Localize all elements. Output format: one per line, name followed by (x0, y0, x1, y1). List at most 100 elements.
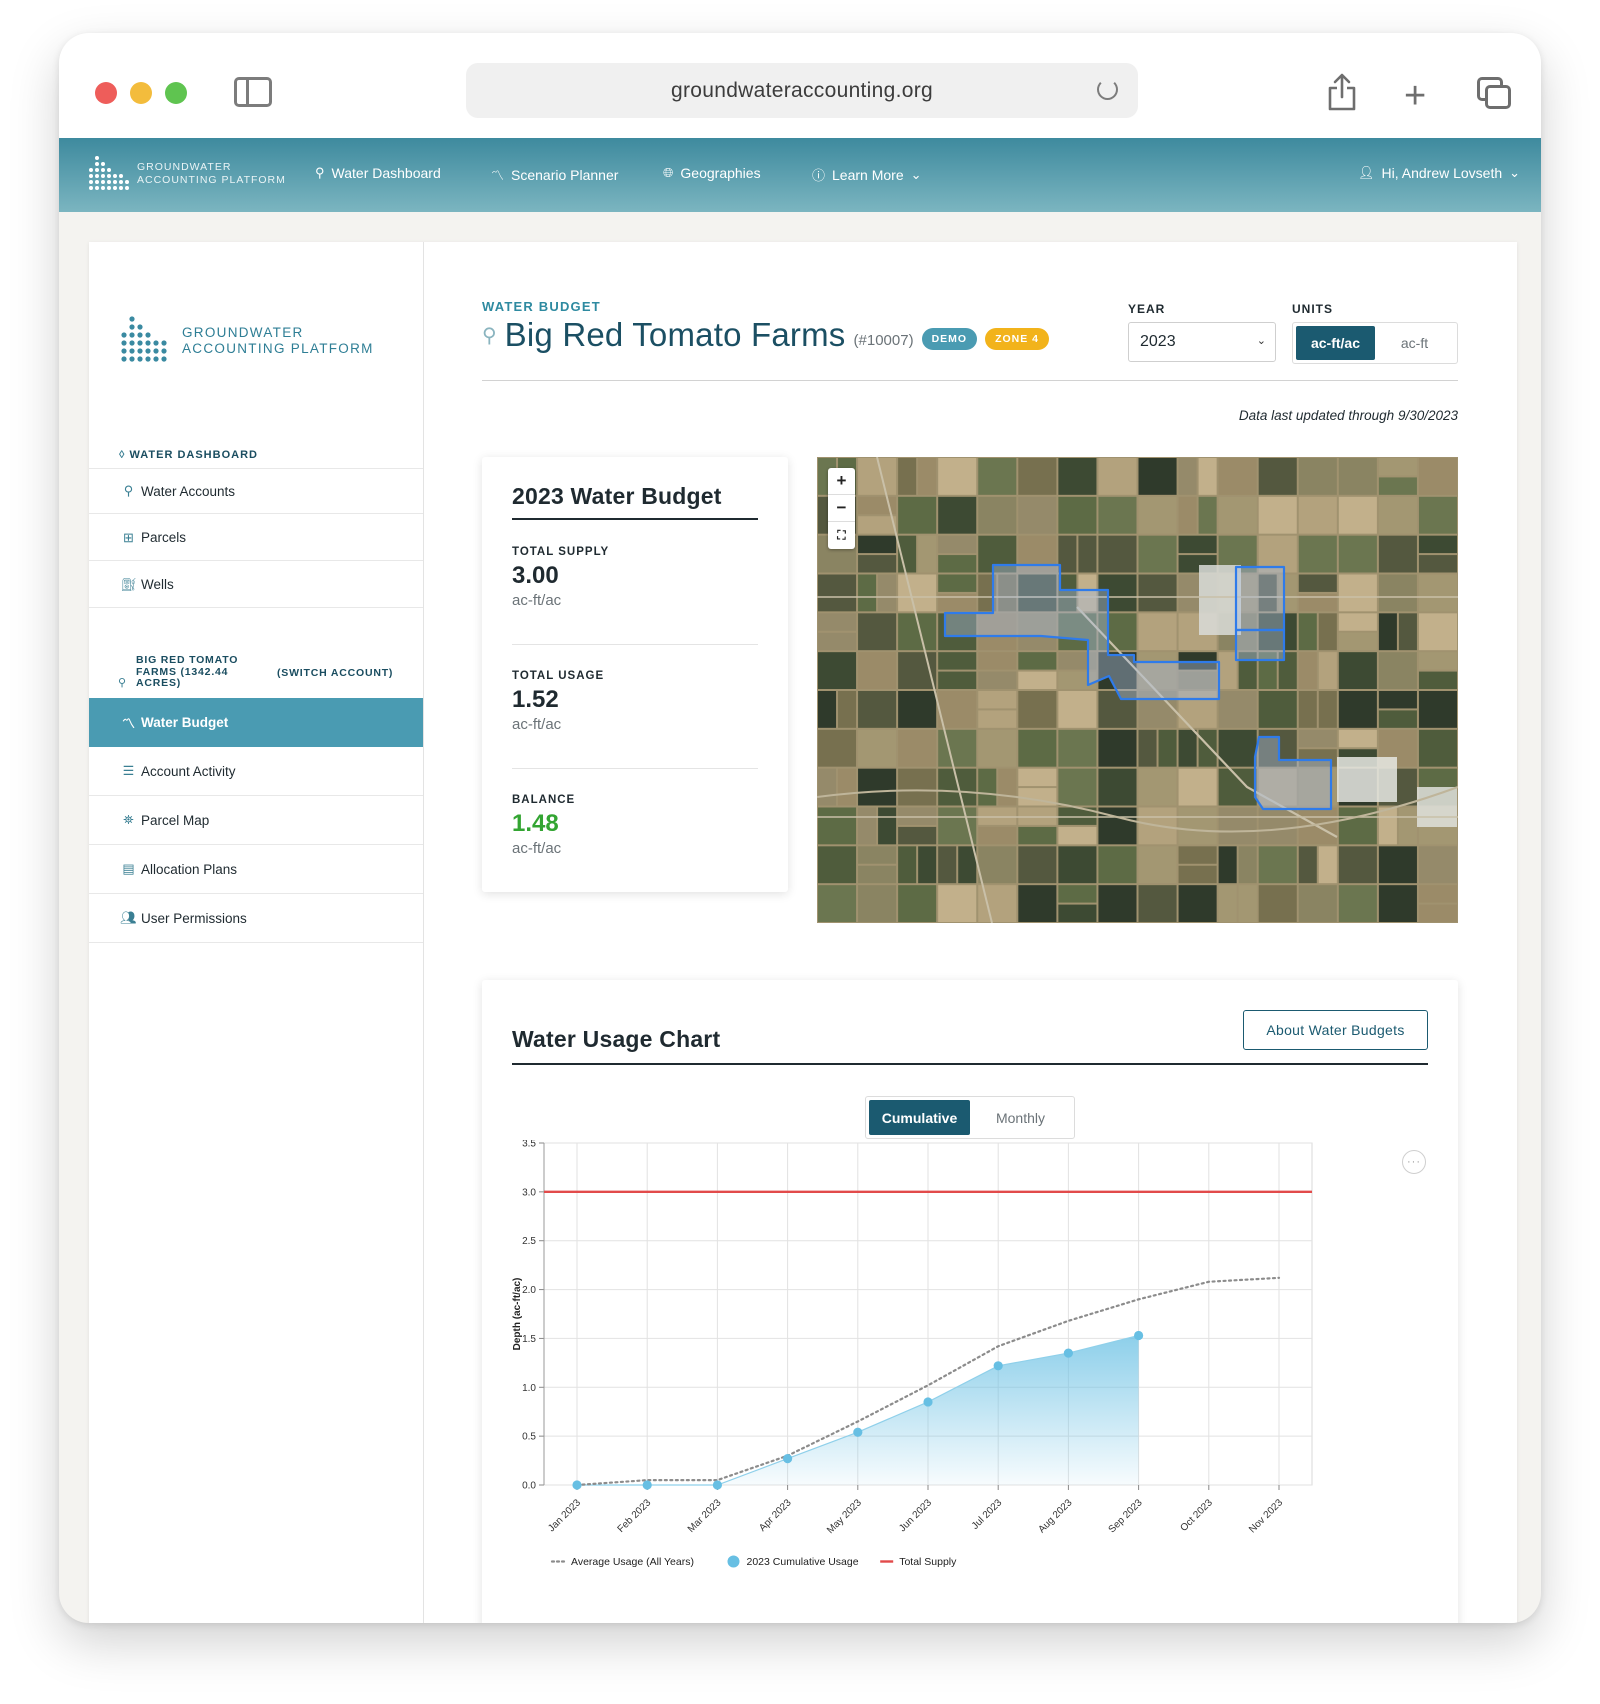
field-tile (1378, 477, 1417, 495)
units-toggle[interactable]: ac-ft/ac ac-ft (1292, 322, 1458, 364)
units-label: UNITS (1292, 302, 1333, 316)
well-icon: ⛽︎ (120, 576, 137, 592)
user-menu[interactable]: 👤︎ Hi, Andrew Lovseth ⌄ (1358, 165, 1520, 181)
field-tile (1338, 632, 1377, 651)
water-usage-chart-card: Water Usage Chart About Water Budgets Cu… (482, 980, 1458, 1623)
x-tick-label: Sep 2023 (1107, 1497, 1145, 1535)
sidebar-item-allocation-plans[interactable]: ▤ Allocation Plans (89, 845, 423, 894)
logo-line-1: GROUNDWATER (182, 325, 304, 340)
chart-mode-toggle[interactable]: Cumulative Monthly (865, 1096, 1075, 1139)
maximize-window-button[interactable] (165, 82, 187, 104)
field-tile (1238, 885, 1257, 922)
field-tile (978, 496, 1017, 534)
logo-line-2: ACCOUNTING PLATFORM (182, 341, 374, 356)
unit-option-ac-ft-per-ac[interactable]: ac-ft/ac (1296, 326, 1375, 360)
zoom-out-button[interactable]: − (828, 495, 855, 522)
sidebar-item-user-permissions[interactable]: 👥︎ User Permissions (89, 894, 423, 943)
field-tile (898, 496, 937, 534)
field-tile (1018, 496, 1057, 534)
share-icon[interactable] (1327, 73, 1357, 111)
field-tile (1198, 496, 1217, 534)
parcel-satellite-map[interactable]: + − ⛶ (817, 457, 1458, 923)
field-tile (1378, 807, 1397, 845)
field-tile (978, 846, 1017, 884)
sidebar-item-label: Parcels (141, 530, 187, 545)
field-tile (1258, 458, 1297, 495)
field-tile (1378, 458, 1417, 476)
topnav-brand[interactable]: GROUNDWATER ACCOUNTING PLATFORM (89, 154, 286, 194)
sidebar-item-water-budget[interactable]: 〽 Water Budget (89, 698, 423, 747)
sidebar-item-water-accounts[interactable]: ⚲ Water Accounts (89, 468, 423, 514)
browser-toolbar: groundwateraccounting.org + (59, 33, 1541, 138)
field-tile (1178, 535, 1217, 554)
new-tab-icon[interactable]: + (1404, 77, 1426, 115)
brand-line-2: ACCOUNTING PLATFORM (137, 174, 286, 186)
sidebar: GROUNDWATER ACCOUNTING PLATFORM ◊ WATER … (89, 242, 424, 1623)
tab-overview-icon[interactable] (1477, 77, 1513, 111)
reload-icon[interactable] (1097, 79, 1118, 100)
field-tile (938, 885, 977, 922)
switch-account-link[interactable]: (SWITCH ACCOUNT) (277, 667, 393, 679)
zoom-in-button[interactable]: + (828, 468, 855, 495)
field-tile (858, 885, 897, 922)
nav-learn-more[interactable]: ⓘ Learn More ⌄ (812, 165, 922, 184)
field-tile (938, 458, 977, 495)
field-tile (1138, 458, 1177, 495)
field-tile (818, 768, 837, 806)
field-tile (858, 846, 897, 864)
cumulative-usage-point (993, 1361, 1003, 1371)
cumulative-usage-point (853, 1427, 863, 1437)
field-tile (1418, 496, 1457, 534)
year-label: YEAR (1128, 302, 1166, 316)
field-tile (1338, 652, 1377, 689)
year-select[interactable]: 2023 ⌄ (1128, 322, 1276, 362)
browser-window: groundwateraccounting.org + GROUNDWATER … (59, 33, 1541, 1623)
field-tile (1418, 885, 1457, 903)
nav-water-dashboard[interactable]: ⚲ Water Dashboard (315, 165, 441, 181)
field-tile (898, 574, 937, 612)
field-tile (1098, 496, 1137, 534)
fullscreen-icon[interactable]: ⛶ (828, 522, 855, 549)
legend-label: Average Usage (All Years) (571, 1556, 694, 1568)
close-window-button[interactable] (95, 82, 117, 104)
field-tile (1258, 807, 1297, 845)
field-tile (1138, 768, 1177, 806)
y-axis-label: Depth (ac-ft/ac) (512, 1278, 523, 1351)
field-tile (1218, 691, 1257, 728)
water-account-icon: ⚲ (118, 677, 127, 689)
map-icon: ⛯ (123, 812, 134, 827)
y-tick-label: 1.0 (522, 1383, 536, 1394)
water-budget-card: 2023 Water Budget TOTAL SUPPLY 3.00 ac-f… (482, 457, 788, 892)
nav-label: Learn More (832, 166, 904, 183)
field-tile (878, 807, 897, 845)
cumulative-usage-point (712, 1480, 722, 1490)
unit-option-ac-ft[interactable]: ac-ft (1375, 326, 1454, 360)
field-tile (1058, 768, 1097, 806)
field-tile (1218, 458, 1257, 495)
field-tile (938, 671, 977, 689)
logo-dots-icon (89, 156, 129, 190)
cumulative-button[interactable]: Cumulative (869, 1100, 970, 1135)
nav-geographies[interactable]: 🌐︎ Geographies (663, 165, 761, 181)
nav-scenario-planner[interactable]: 〽 Scenario Planner (491, 165, 618, 184)
field-tile (1098, 458, 1137, 495)
field-tile (1098, 885, 1137, 922)
sidebar-item-parcels[interactable]: ⊞ Parcels (89, 515, 423, 561)
field-tile (1058, 846, 1097, 884)
sidebar-item-wells[interactable]: ⛽︎ Wells (89, 562, 423, 608)
field-tile (1418, 555, 1457, 573)
field-tile (1298, 613, 1317, 651)
address-bar[interactable]: groundwateraccounting.org (466, 63, 1138, 118)
sidebar-item-account-activity[interactable]: ☰ Account Activity (89, 747, 423, 796)
field-tile (1218, 652, 1237, 689)
sidebar-toggle-icon[interactable] (234, 77, 272, 107)
monthly-button[interactable]: Monthly (970, 1100, 1071, 1135)
sidebar-item-parcel-map[interactable]: ⛯ Parcel Map (89, 796, 423, 845)
about-water-budgets-button[interactable]: About Water Budgets (1243, 1010, 1428, 1050)
minimize-window-button[interactable] (130, 82, 152, 104)
sidebar-logo[interactable]: GROUNDWATER ACCOUNTING PLATFORM (118, 315, 374, 367)
field-tile (1298, 846, 1317, 884)
field-tile (1298, 535, 1337, 573)
field-tile (1258, 885, 1297, 922)
water-dashboard-icon: ⚲ (315, 165, 325, 180)
